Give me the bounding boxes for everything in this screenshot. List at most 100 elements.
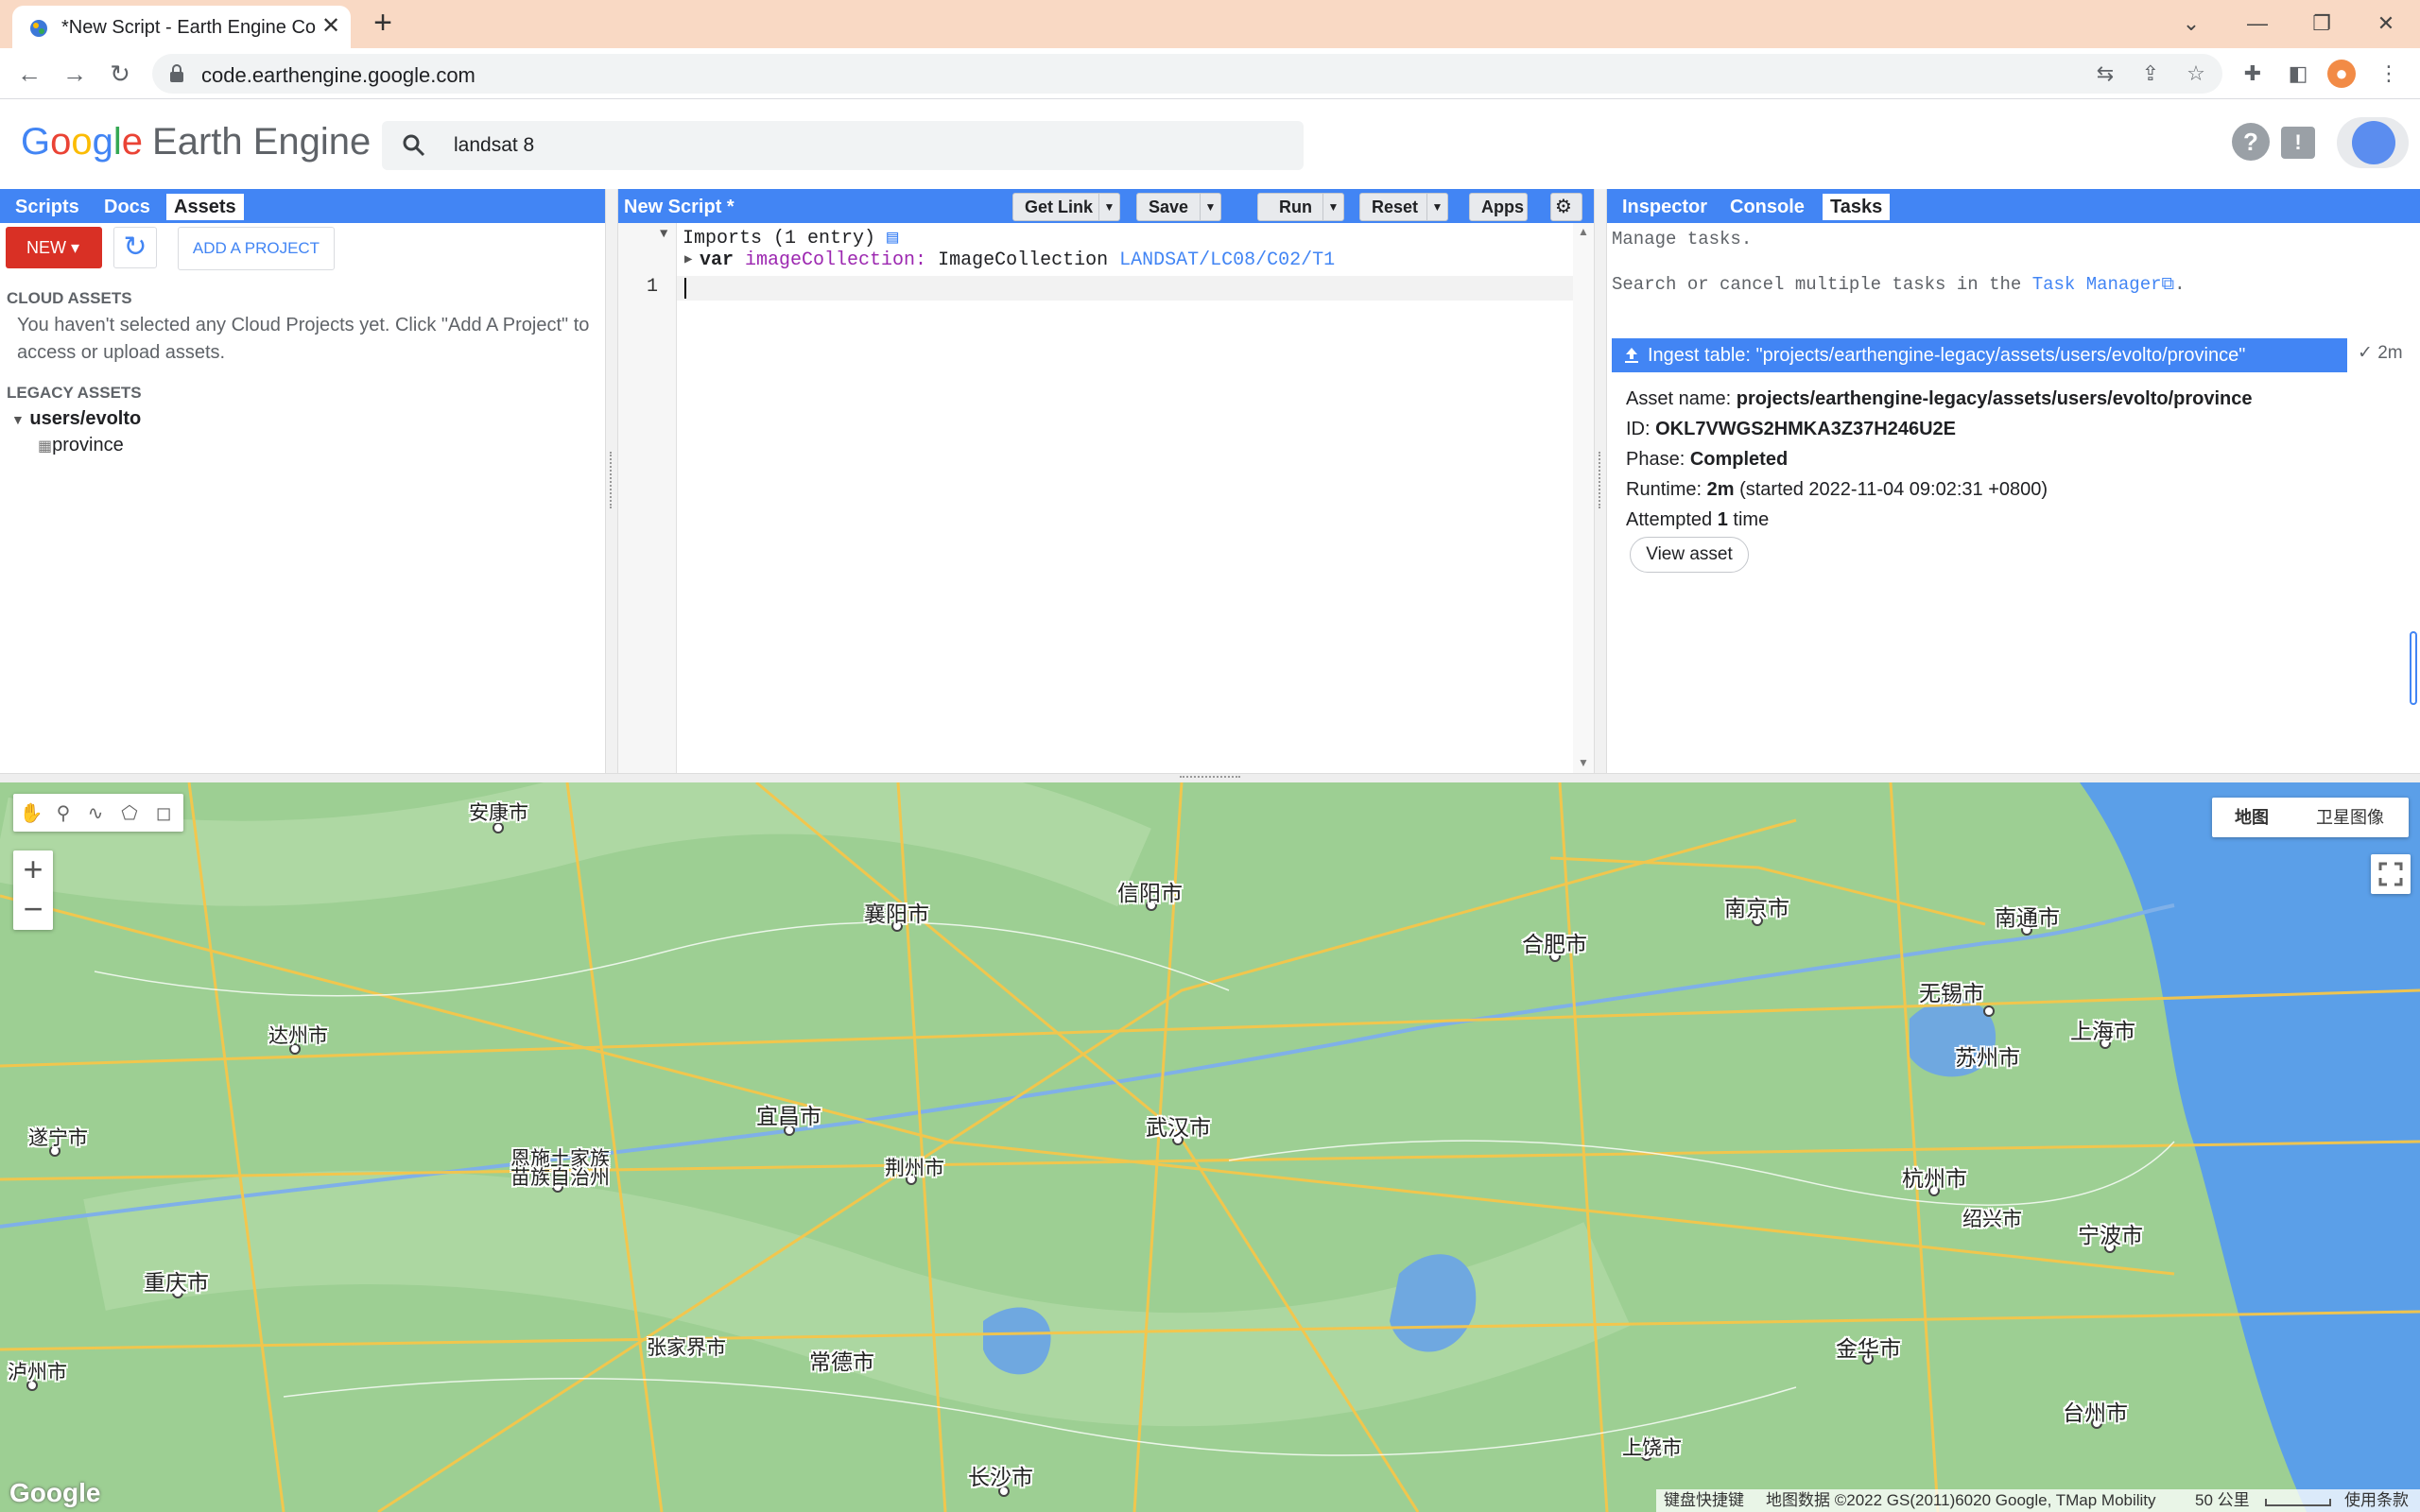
view-asset-button[interactable]: View asset [1630, 537, 1749, 573]
asset-folder-users-evolto[interactable]: ▼ users/evolto [11, 408, 141, 430]
city-label: 信阳市 [1117, 881, 1183, 905]
translate-icon[interactable]: ⇆ [2091, 60, 2119, 88]
zoom-out-icon[interactable]: − [13, 890, 53, 930]
city-label: 金华市 [1836, 1336, 1901, 1361]
side-panel-icon[interactable]: ◧ [2284, 60, 2312, 88]
tab-docs[interactable]: Docs [96, 194, 158, 220]
collapse-triangle-icon[interactable]: ▼ [660, 227, 667, 242]
asset-table-province[interactable]: ▦province [38, 435, 124, 456]
task-header[interactable]: Ingest table: "projects/earthengine-lega… [1612, 338, 2347, 372]
help-icon[interactable]: ? [2232, 123, 2270, 161]
get-link-button[interactable]: Get Link ▼ [1012, 193, 1120, 221]
terms-link[interactable]: 使用条款 [2344, 1489, 2409, 1512]
tab-tasks[interactable]: Tasks [1823, 194, 1891, 220]
tab-scripts[interactable]: Scripts [8, 194, 87, 220]
city-label: 安康市 [469, 802, 528, 824]
scrollbar-thumb[interactable] [2410, 631, 2417, 705]
search-box[interactable] [382, 121, 1304, 170]
city-label: 张家界市 [647, 1337, 726, 1359]
dropdown-arrow-icon[interactable]: ▼ [1200, 194, 1220, 220]
pan-hand-icon[interactable]: ✋ [19, 801, 43, 826]
left-splitter[interactable] [605, 189, 618, 773]
task-manager-hint: Search or cancel multiple tasks in the T… [1612, 274, 2186, 295]
fullscreen-icon[interactable] [2371, 854, 2411, 894]
minimize-icon[interactable]: — [2238, 8, 2276, 40]
tasks-scrollbar[interactable] [2407, 223, 2420, 773]
dropdown-arrow-icon[interactable]: ▼ [1322, 194, 1343, 220]
tab-search-chevron-icon[interactable]: ⌄ [2172, 8, 2210, 40]
map-attribution: 键盘快捷键 地图数据 ©2022 GS(2011)6020 Google, TM… [1656, 1489, 2420, 1512]
city-marker [1983, 1005, 1995, 1017]
city-label: 遂宁市 [28, 1127, 88, 1149]
reload-icon[interactable]: ↻ [104, 58, 136, 90]
account-avatar[interactable] [2337, 117, 2409, 168]
editor-scrollbar[interactable]: ▲ ▼ [1573, 223, 1594, 773]
tab-inspector[interactable]: Inspector [1615, 194, 1715, 220]
map-type-map-button[interactable]: 地图 [2212, 798, 2291, 837]
browser-tab-strip: *New Script - Earth Engine Co ✕ + ⌄ — ❐ … [0, 0, 2420, 48]
city-label: 无锡市 [1919, 981, 1984, 1005]
dropdown-arrow-icon: ▾ [71, 238, 80, 257]
rectangle-tool-icon[interactable]: ◻ [151, 801, 176, 826]
new-tab-button[interactable]: + [367, 7, 399, 40]
map-splitter[interactable] [0, 773, 2420, 782]
keyboard-shortcuts-link[interactable]: 键盘快捷键 [1664, 1489, 1744, 1512]
scroll-down-icon[interactable]: ▼ [1578, 756, 1589, 769]
script-title[interactable]: New Script * [618, 194, 742, 220]
share-icon[interactable]: ⇪ [2136, 60, 2165, 88]
polygon-tool-icon[interactable]: ⬠ [117, 801, 142, 826]
bookmark-star-icon[interactable]: ☆ [2182, 60, 2210, 88]
dropdown-arrow-icon[interactable]: ▼ [1098, 194, 1119, 220]
task-phase: Phase: Completed [1626, 449, 1789, 470]
restore-icon[interactable]: ❐ [2303, 8, 2341, 40]
map-basemap [0, 782, 2420, 1512]
apps-button[interactable]: Apps [1469, 193, 1528, 221]
browser-tab[interactable]: *New Script - Earth Engine Co ✕ [12, 6, 351, 48]
zoom-in-icon[interactable]: + [13, 850, 53, 890]
settings-gear-icon[interactable]: ⚙ [1550, 193, 1582, 221]
scale-label[interactable]: 50 公里 [2195, 1489, 2250, 1512]
point-marker-icon[interactable]: ⚲ [51, 801, 76, 826]
expand-triangle-icon[interactable]: ▶ [684, 251, 692, 267]
save-button[interactable]: Save ▼ [1136, 193, 1221, 221]
doc-icon[interactable]: ▤ [887, 228, 898, 249]
profile-icon[interactable]: ● [2327, 60, 2356, 88]
tab-console[interactable]: Console [1722, 194, 1812, 220]
address-bar[interactable]: code.earthengine.google.com [152, 54, 2222, 94]
assets-panel: NEW ▾ ↻ ADD A PROJECT CLOUD ASSETS You h… [0, 223, 605, 773]
map-view[interactable]: ✋ ⚲ ∿ ⬠ ◻ + − 地图 卫星图像 安康市 襄阳市 信阳市 合肥市 南京… [0, 782, 2420, 1512]
city-label: 上海市 [2070, 1019, 2135, 1043]
add-project-button[interactable]: ADD A PROJECT [178, 227, 335, 270]
scroll-up-icon[interactable]: ▲ [1578, 225, 1589, 238]
earth-engine-favicon-icon [30, 20, 47, 37]
task-manager-link[interactable]: Task Manager [2032, 274, 2162, 295]
feedback-icon[interactable]: ! [2281, 127, 2315, 159]
menu-kebab-icon[interactable]: ⋮ [2375, 60, 2403, 88]
back-icon[interactable]: ← [13, 58, 45, 90]
new-asset-button[interactable]: NEW ▾ [6, 227, 102, 268]
code-editor[interactable]: ▼ Imports (1 entry) ▤ ▶ var imageCollect… [618, 223, 1594, 773]
tab-title: *New Script - Earth Engine Co [61, 17, 317, 38]
external-link-icon[interactable]: ⧉ [2162, 274, 2175, 295]
manage-tasks-text: Manage tasks. [1612, 229, 1753, 249]
extensions-icon[interactable]: ✚ [2238, 60, 2267, 88]
dropdown-arrow-icon[interactable]: ▼ [1426, 194, 1447, 220]
city-label: 苏州市 [1955, 1045, 2020, 1070]
search-icon [403, 134, 425, 157]
search-input[interactable] [454, 130, 1267, 161]
city-label: 绍兴市 [1962, 1209, 2022, 1230]
close-tab-icon[interactable]: ✕ [319, 14, 343, 39]
reset-button[interactable]: Reset ▼ [1359, 193, 1448, 221]
forward-icon[interactable]: → [59, 58, 91, 90]
import-line[interactable]: var imageCollection: ImageCollection LAN… [700, 249, 1335, 271]
google-watermark: Google [9, 1478, 101, 1507]
earth-engine-logo[interactable]: Google Earth Engine [21, 121, 371, 163]
line-tool-icon[interactable]: ∿ [83, 801, 108, 826]
refresh-icon[interactable]: ↻ [113, 227, 157, 268]
tab-assets[interactable]: Assets [166, 194, 244, 220]
map-type-satellite-button[interactable]: 卫星图像 [2291, 798, 2409, 837]
right-splitter[interactable] [1594, 189, 1607, 773]
close-window-icon[interactable]: ✕ [2367, 8, 2405, 40]
imports-header[interactable]: Imports (1 entry) ▤ [683, 225, 898, 249]
run-button[interactable]: Run ▼ [1257, 193, 1344, 221]
